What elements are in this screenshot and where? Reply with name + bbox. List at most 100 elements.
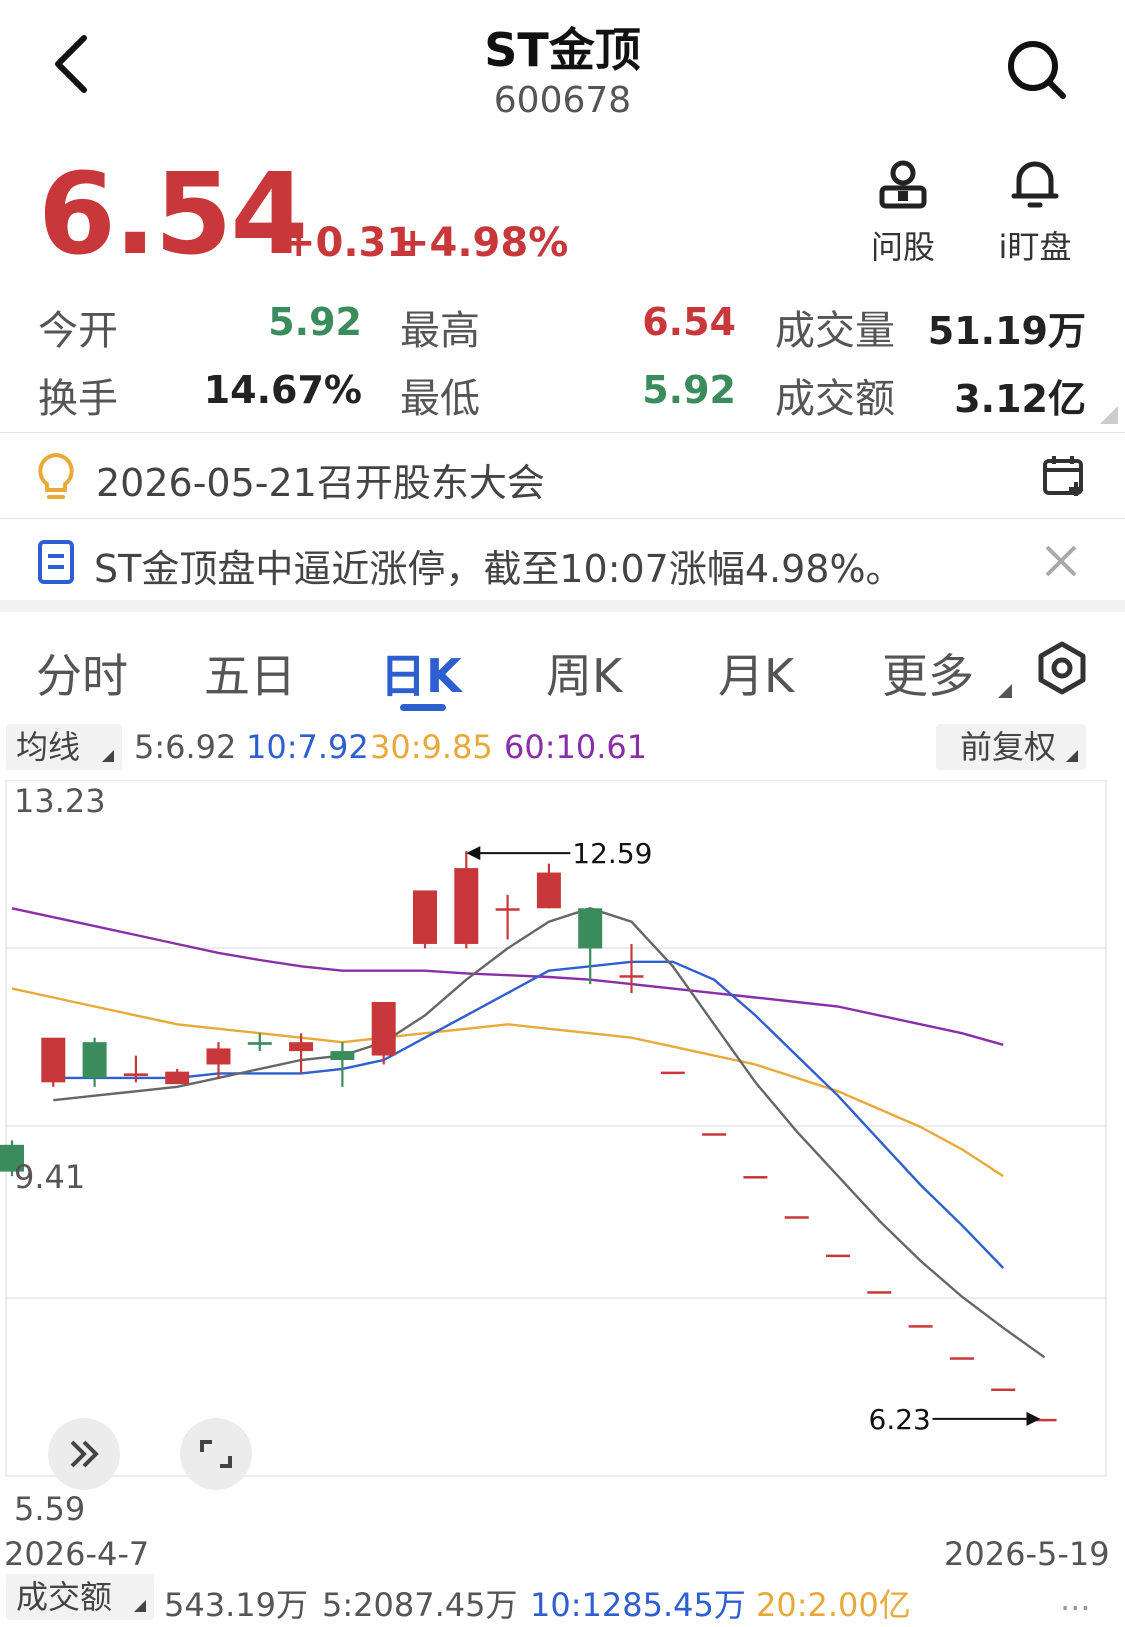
- expand-corner-icon[interactable]: [1100, 406, 1118, 424]
- current-price: 6.54: [38, 150, 308, 280]
- close-icon[interactable]: [1044, 544, 1078, 578]
- section-gap: [0, 600, 1125, 612]
- candle-body: [908, 1325, 933, 1328]
- ask-stock-label: 问股: [870, 228, 935, 266]
- volume-ma5: 5:2087.45万: [322, 1586, 518, 1624]
- volume-ma10: 10:1285.45万: [530, 1586, 746, 1624]
- candle-body: [82, 1042, 107, 1078]
- ma30-value: 30:9.85: [370, 728, 493, 766]
- tab-weekly-k[interactable]: 周K: [546, 640, 622, 706]
- ma-lines: [11, 907, 1046, 1359]
- volume-label: 成交量: [775, 308, 895, 354]
- ma-selector-label: 均线: [16, 728, 81, 766]
- candle-body: [123, 1073, 148, 1077]
- x-start-date: 2026-4-7: [4, 1535, 150, 1573]
- candle-body: [991, 1388, 1016, 1392]
- tab-more[interactable]: 更多: [882, 640, 974, 706]
- news-notice-row[interactable]: ST金顶盘中逼近涨停，截至10:07涨幅4.98%。: [0, 520, 1125, 600]
- candle-body: [578, 908, 603, 949]
- calendar-add-icon[interactable]: [1042, 454, 1086, 498]
- stock-name-title: ST金顶: [484, 23, 641, 77]
- candle-body: [289, 1042, 314, 1052]
- watch-button[interactable]: i盯盘: [990, 156, 1080, 268]
- candle-body: [619, 975, 644, 978]
- min-price-label: 6.23: [869, 1403, 931, 1436]
- low-label: 最低: [400, 376, 480, 422]
- kline-chart[interactable]: 12.59 6.23: [0, 780, 1125, 1530]
- candles: [0, 851, 1057, 1422]
- fast-forward-button[interactable]: [48, 1418, 120, 1490]
- candle-body: [867, 1291, 892, 1294]
- volume-selector-label: 成交额: [16, 1578, 113, 1616]
- candle-body: [536, 872, 561, 909]
- adjust-selector-label: 前复权: [960, 728, 1057, 766]
- low-value: 5.92: [642, 368, 736, 412]
- y-label-top: 13.23: [14, 782, 106, 820]
- more-dropdown-icon: [998, 684, 1012, 698]
- ma10-value: 10:7.92: [246, 728, 369, 766]
- high-value: 6.54: [642, 300, 736, 344]
- expand-icon: [200, 1440, 232, 1468]
- turnover-label: 换手: [38, 376, 118, 422]
- tab-monthly-k[interactable]: 月K: [718, 640, 794, 706]
- candle-body: [165, 1071, 190, 1085]
- annotations: 12.59 6.23: [466, 837, 1041, 1436]
- tab-intraday[interactable]: 分时: [36, 640, 128, 706]
- search-icon[interactable]: [1005, 38, 1069, 102]
- volume-value: 51.19万: [927, 309, 1086, 353]
- candle-body: [247, 1042, 272, 1045]
- candle-body: [454, 868, 479, 944]
- min-arrow-head: [1026, 1411, 1041, 1426]
- candle-body: [743, 1176, 768, 1179]
- volume-selector[interactable]: 成交额: [6, 1574, 154, 1620]
- high-label: 最高: [400, 308, 480, 354]
- double-chevron-right-icon: [70, 1440, 99, 1468]
- price-change: +0.31: [282, 220, 415, 266]
- open-value: 5.92: [268, 300, 362, 344]
- x-end-date: 2026-5-19: [944, 1535, 1110, 1573]
- fullscreen-button[interactable]: [180, 1418, 252, 1490]
- candle-body: [495, 908, 520, 911]
- event-notice-text: 2026-05-21召开股东大会: [96, 461, 545, 505]
- stock-code: 600678: [493, 80, 632, 121]
- amount-value: 3.12亿: [954, 377, 1086, 421]
- volume-current: 543.19万: [164, 1586, 308, 1624]
- tab-five-day[interactable]: 五日: [204, 640, 296, 706]
- amount-label: 成交额: [775, 376, 895, 422]
- divider: [0, 518, 1125, 519]
- ma-selector[interactable]: 均线: [6, 724, 122, 770]
- ma5-line: [53, 907, 1046, 1359]
- ma30-line: [11, 987, 1004, 1178]
- open-label: 今开: [38, 308, 118, 354]
- volume-ma20: 20:2.00亿: [756, 1586, 911, 1624]
- turnover-value: 14.67%: [203, 368, 362, 412]
- divider: [0, 432, 1125, 433]
- dropdown-corner-icon: [134, 1600, 146, 1612]
- y-label-bottom: 5.59: [14, 1490, 86, 1528]
- candle-body: [413, 890, 437, 944]
- dropdown-corner-icon: [102, 750, 114, 762]
- candle-body: [784, 1216, 809, 1219]
- lightbulb-icon: [38, 453, 74, 499]
- settings-hexagon-icon[interactable]: [1034, 640, 1090, 696]
- candle-body: [371, 1001, 396, 1056]
- event-notice-row[interactable]: 2026-05-21召开股东大会: [0, 434, 1125, 518]
- tab-daily-k[interactable]: 日K: [380, 640, 462, 706]
- active-tab-indicator: [400, 704, 446, 711]
- candle-body: [949, 1357, 974, 1360]
- candle-body: [702, 1133, 727, 1136]
- max-arrow-head: [466, 846, 481, 861]
- ask-stock-button[interactable]: 问股: [858, 158, 948, 268]
- ma5-value: 5:6.92: [134, 728, 237, 766]
- news-notice-text: ST金顶盘中逼近涨停，截至10:07涨幅4.98%。: [94, 547, 904, 591]
- ma10-line: [53, 960, 1005, 1269]
- adjust-selector[interactable]: 前复权: [936, 724, 1086, 770]
- y-label-mid: 9.41: [14, 1158, 86, 1196]
- price-change-percent: +4.98%: [396, 220, 569, 266]
- candle-body: [330, 1051, 355, 1061]
- watch-label: i盯盘: [998, 228, 1072, 266]
- max-price-label: 12.59: [572, 837, 652, 870]
- user-icon: [879, 160, 927, 209]
- dropdown-corner-icon: [1066, 750, 1078, 762]
- candle-body: [41, 1037, 66, 1083]
